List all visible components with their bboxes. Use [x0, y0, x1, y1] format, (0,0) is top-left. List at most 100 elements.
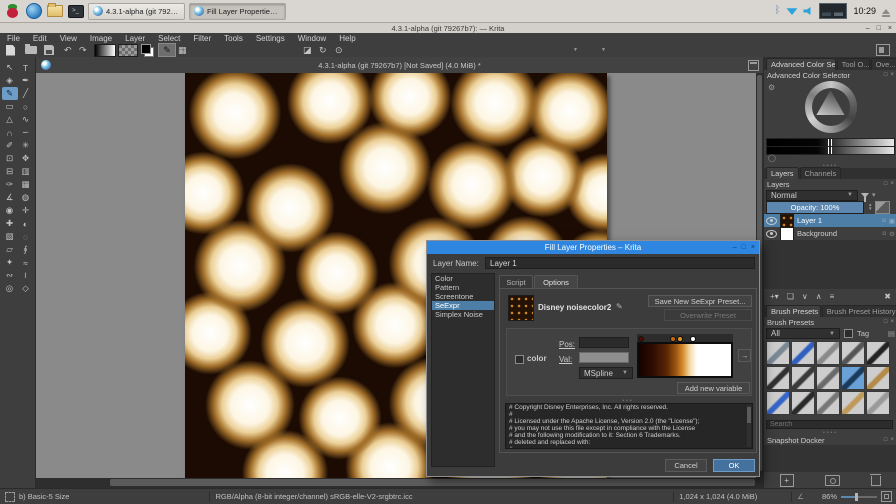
tool-transform-select-icon[interactable]: ↖ [2, 61, 18, 74]
close-docker-icon[interactable]: × [890, 437, 894, 443]
preset-view-options-icon[interactable]: ▤ [888, 329, 895, 338]
duplicate-layer-icon[interactable]: ❏ [787, 292, 794, 301]
menu-view[interactable]: View [60, 34, 77, 43]
brush-preset-tile[interactable] [866, 366, 890, 390]
create-snapshot-button[interactable]: + [780, 474, 794, 487]
float-docker-icon[interactable]: □ [884, 72, 888, 78]
snapshot-list-empty[interactable] [764, 445, 896, 472]
layer-blending-mode-combo[interactable]: Normal▼ [766, 190, 858, 201]
workspace-chooser-button[interactable] [876, 44, 890, 56]
minimize-button[interactable]: – [866, 25, 870, 32]
tool-freehand-path-icon[interactable]: ∽ [18, 126, 34, 139]
menu-file[interactable]: File [7, 34, 20, 43]
layer-name-input[interactable]: Layer 1 [485, 257, 755, 269]
reload-preset-button[interactable]: ↻ [319, 44, 327, 56]
volume-icon[interactable] [803, 7, 813, 16]
app-menu-button[interactable] [4, 3, 21, 20]
generator-type-pattern[interactable]: Pattern [432, 283, 494, 292]
menu-help[interactable]: Help [339, 34, 355, 43]
tool-transform-icon[interactable]: ⊡ [2, 152, 18, 165]
layer-opacity-slider[interactable]: Opacity: 100% [766, 201, 864, 214]
tool-line-icon[interactable]: ╱ [18, 87, 34, 100]
tool-multibrush-icon[interactable]: ✳ [18, 139, 34, 152]
tool-select-magnetic-icon[interactable]: ≀ [18, 269, 34, 282]
tool-freehand-brush-icon[interactable]: ✎ [2, 87, 18, 100]
script-text-area[interactable]: # Copyright Disney Enterprises, Inc. All… [505, 403, 753, 449]
tab-brush-preset-history[interactable]: Brush Preset History [822, 305, 896, 317]
advanced-color-selector[interactable]: ⚙ [764, 80, 896, 138]
layer-row-layer1[interactable]: Layer 1 α▣ [764, 214, 896, 227]
generator-type-color[interactable]: Color [432, 274, 494, 283]
edit-brush-settings-button[interactable]: ✎ [158, 44, 176, 56]
tool-color-sampler-icon[interactable]: ✑ [2, 178, 18, 191]
tool-select-rectangular-icon[interactable]: ▧ [2, 230, 18, 243]
delete-layer-icon[interactable]: ✖ [884, 292, 891, 301]
tool-select-polygonal-icon[interactable]: ▱ [2, 243, 18, 256]
file-manager-launcher[interactable] [46, 3, 63, 20]
tool-text-icon[interactable]: T [18, 61, 34, 74]
next-variable-arrow-button[interactable]: → [738, 349, 751, 362]
float-docker-icon[interactable]: □ [884, 319, 888, 325]
layer-settings-gear-icon[interactable]: ⚙ [889, 230, 895, 238]
menu-tools[interactable]: Tools [224, 34, 243, 43]
pos-input[interactable] [579, 337, 629, 348]
tool-dynamic-brush-icon[interactable]: ✐ [2, 139, 18, 152]
tab-overview[interactable]: Ove... [871, 58, 896, 70]
menu-edit[interactable]: Edit [33, 34, 47, 43]
browser-launcher[interactable] [25, 3, 42, 20]
scrollbar-thumb[interactable] [747, 407, 751, 423]
brush-preset-tile[interactable] [766, 341, 790, 365]
layer-list-empty-area[interactable] [764, 240, 896, 289]
scrollbar-thumb[interactable] [110, 479, 755, 486]
move-layer-down-icon[interactable]: ∨ [802, 292, 808, 301]
new-document-button[interactable] [6, 44, 15, 56]
brush-preset-tile[interactable] [791, 366, 815, 390]
tab-script[interactable]: Script [499, 275, 533, 288]
brush-preset-tile[interactable] [841, 391, 865, 415]
brush-preset-tile[interactable] [791, 341, 815, 365]
gradient-preview[interactable] [637, 342, 733, 378]
brush-preset-tile[interactable] [866, 391, 890, 415]
dialog-minimize-button[interactable]: – [733, 244, 737, 251]
tool-colorize-mask-icon[interactable]: ◐ [18, 217, 34, 230]
zoom-slider-thumb[interactable] [855, 493, 858, 501]
tool-fill-icon[interactable]: ◍ [18, 191, 34, 204]
variable-checkbox[interactable] [515, 355, 524, 364]
tool-calligraphy-icon[interactable]: ✒ [18, 74, 34, 87]
lock-layer-icon[interactable]: ▣ [889, 217, 895, 225]
value-strips[interactable] [764, 138, 896, 154]
eraser-mode-button[interactable]: ◪ [303, 44, 312, 56]
eject-icon[interactable] [882, 9, 890, 14]
wifi-icon[interactable] [786, 7, 797, 15]
layer-opacity-spinner[interactable]: ▲▼ [868, 203, 872, 211]
brush-preset-tile[interactable] [816, 366, 840, 390]
tool-zoom-icon[interactable]: ◎ [2, 282, 18, 295]
brush-preset-tile[interactable] [866, 341, 890, 365]
visibility-eye-icon[interactable] [766, 217, 777, 225]
layer-properties-icon[interactable] [875, 201, 890, 214]
dialog-maximize-button[interactable]: □ [742, 244, 746, 251]
tool-select-freehand-icon[interactable]: ∮ [18, 243, 34, 256]
pattern-chooser[interactable] [118, 44, 138, 56]
close-button[interactable]: × [888, 25, 892, 32]
float-docker-icon[interactable]: □ [884, 437, 888, 443]
search-input[interactable] [766, 420, 893, 429]
mirror-horizontal-options[interactable]: ▼ [573, 44, 578, 56]
color-wheel[interactable] [805, 81, 857, 133]
generator-type-seexpr[interactable]: SeExpr [432, 301, 494, 310]
tool-gradient-icon[interactable]: ▥ [18, 165, 34, 178]
mirror-vertical-options[interactable]: ▼ [601, 44, 606, 56]
visibility-eye-icon[interactable] [766, 230, 777, 238]
switch-to-snapshot-icon[interactable] [825, 475, 840, 486]
add-layer-button[interactable]: +▾ [770, 292, 779, 301]
brush-preset-tile[interactable] [841, 341, 865, 365]
taskbar-tab-fill-layer-dialog[interactable]: Fill Layer Properties –... [189, 3, 286, 20]
layer-properties-button[interactable]: ≡ [830, 292, 835, 301]
close-docker-icon[interactable]: × [890, 319, 894, 325]
choose-brush-preset-button[interactable]: ▦ [178, 44, 187, 56]
tool-polyline-icon[interactable]: ∿ [18, 113, 34, 126]
menu-image[interactable]: Image [90, 34, 112, 43]
gradient-stops-row[interactable] [637, 334, 733, 342]
dialog-close-button[interactable]: × [751, 244, 755, 251]
menu-settings[interactable]: Settings [256, 34, 285, 43]
